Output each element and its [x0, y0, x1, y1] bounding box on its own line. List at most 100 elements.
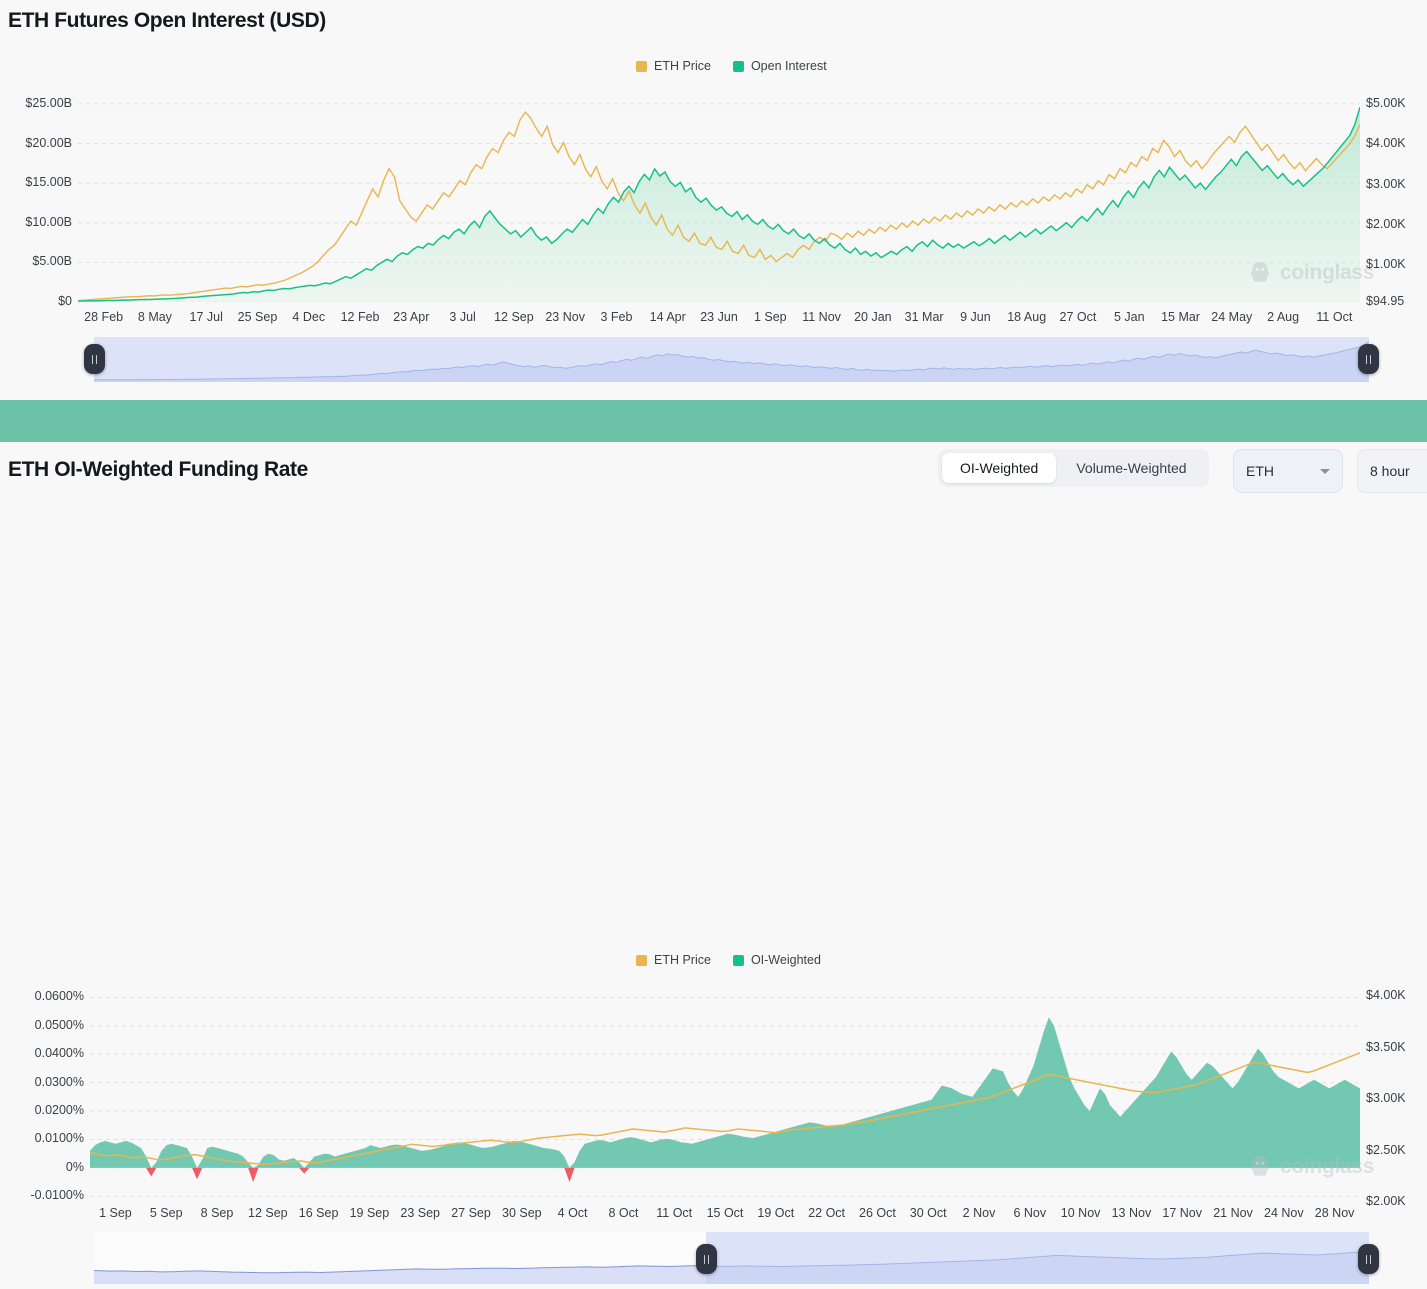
axis-tick-label: 16 Sep: [299, 1206, 339, 1220]
axis-tick-label: 2 Aug: [1267, 310, 1299, 324]
brush-track[interactable]: [94, 337, 1369, 382]
axis-tick-label: $2.50K: [1366, 1143, 1406, 1157]
brush-handle-right[interactable]: [1358, 1244, 1379, 1274]
legend-label: Open Interest: [751, 59, 827, 73]
legend-item-oi-weighted[interactable]: OI-Weighted: [733, 953, 821, 967]
tab-volume-weighted[interactable]: Volume-Weighted: [1058, 453, 1204, 483]
axis-tick-label: 2 Nov: [963, 1206, 996, 1220]
axis-tick-label: 5 Jan: [1114, 310, 1145, 324]
axis-tick-label: 1 Sep: [99, 1206, 132, 1220]
funding-rate-title: ETH OI-Weighted Funding Rate: [8, 458, 308, 482]
brush-selection[interactable]: [706, 1232, 1369, 1284]
axis-tick-label: $1.00K: [1366, 257, 1406, 271]
axis-tick-label: 12 Sep: [494, 310, 534, 324]
axis-tick-label: 10 Nov: [1061, 1206, 1101, 1220]
brush-track[interactable]: [94, 1232, 1369, 1284]
axis-tick-label: 25 Sep: [238, 310, 278, 324]
axis-tick-label: 4 Dec: [292, 310, 325, 324]
axis-tick-label: 15 Mar: [1161, 310, 1200, 324]
axis-tick-label: $3.00K: [1366, 177, 1406, 191]
axis-tick-label: 14 Apr: [650, 310, 686, 324]
axis-tick-label: 30 Sep: [502, 1206, 542, 1220]
legend-swatch-icon: [733, 955, 744, 966]
axis-tick-label: 27 Oct: [1060, 310, 1097, 324]
axis-tick-label: 12 Sep: [248, 1206, 288, 1220]
funding-chart-legend: ETH Price OI-Weighted: [636, 953, 821, 967]
page-title: ETH Futures Open Interest (USD): [8, 9, 326, 33]
chevron-down-icon: [1320, 469, 1330, 474]
axis-tick-label: 30 Oct: [910, 1206, 947, 1220]
axis-tick-label: 6 Nov: [1013, 1206, 1046, 1220]
axis-tick-label: 4 Oct: [558, 1206, 588, 1220]
legend-item-eth-price[interactable]: ETH Price: [636, 59, 711, 73]
tab-oi-weighted[interactable]: OI-Weighted: [942, 453, 1056, 483]
axis-tick-label: 11 Oct: [656, 1206, 692, 1220]
axis-tick-label: 13 Nov: [1112, 1206, 1152, 1220]
axis-tick-label: 0%: [66, 1160, 84, 1174]
axis-tick-label: 18 Aug: [1007, 310, 1046, 324]
axis-tick-label: 28 Feb: [84, 310, 123, 324]
axis-tick-label: $94.95: [1366, 294, 1404, 308]
axis-tick-label: 21 Nov: [1213, 1206, 1253, 1220]
axis-tick-label: 19 Sep: [350, 1206, 390, 1220]
axis-tick-label: 8 May: [138, 310, 172, 324]
axis-tick-label: 12 Feb: [341, 310, 380, 324]
axis-tick-label: $5.00B: [32, 254, 72, 268]
legend-item-open-interest[interactable]: Open Interest: [733, 59, 827, 73]
brush-handle-right[interactable]: [1358, 344, 1379, 374]
legend-swatch-icon: [636, 955, 647, 966]
axis-tick-label: 23 Jun: [700, 310, 738, 324]
axis-tick-label: 0.0400%: [35, 1046, 84, 1060]
axis-tick-label: 23 Sep: [400, 1206, 440, 1220]
axis-tick-label: 26 Oct: [859, 1206, 896, 1220]
axis-tick-label: 8 Oct: [608, 1206, 638, 1220]
legend-swatch-icon: [636, 61, 647, 72]
funding-rate-plot-area[interactable]: [90, 986, 1360, 1202]
axis-tick-label: $0: [58, 294, 72, 308]
axis-tick-label: $4.00K: [1366, 988, 1406, 1002]
axis-tick-label: 23 Nov: [545, 310, 585, 324]
open-interest-chart-svg: [78, 92, 1360, 302]
asset-select[interactable]: ETH: [1233, 449, 1343, 493]
axis-tick-label: 3 Jul: [449, 310, 475, 324]
open-interest-plot-area[interactable]: [78, 92, 1360, 302]
axis-tick-label: 23 Apr: [393, 310, 429, 324]
legend-label: ETH Price: [654, 59, 711, 73]
axis-tick-label: $2.00K: [1366, 1194, 1406, 1208]
axis-tick-label: 5 Sep: [150, 1206, 183, 1220]
legend-label: OI-Weighted: [751, 953, 821, 967]
weighting-segmented-control[interactable]: OI-Weighted Volume-Weighted: [938, 449, 1209, 487]
axis-tick-label: 24 May: [1211, 310, 1252, 324]
legend-label: ETH Price: [654, 953, 711, 967]
axis-tick-label: 11 Nov: [802, 310, 841, 324]
open-interest-range-brush[interactable]: [94, 337, 1369, 382]
axis-tick-label: 0.0500%: [35, 1018, 84, 1032]
axis-tick-label: 19 Oct: [757, 1206, 794, 1220]
axis-tick-label: 20 Jan: [854, 310, 892, 324]
funding-rate-range-brush[interactable]: [94, 1232, 1369, 1284]
funding-rate-panel: ETH OI-Weighted Funding Rate OI-Weighted…: [0, 442, 1427, 856]
axis-tick-label: 9 Jun: [960, 310, 991, 324]
axis-tick-label: -0.0100%: [30, 1188, 84, 1202]
axis-tick-label: $10.00B: [25, 215, 72, 229]
asset-select-value: ETH: [1246, 463, 1274, 479]
axis-tick-label: $3.50K: [1366, 1040, 1406, 1054]
interval-value: 8 hour: [1370, 463, 1410, 479]
brush-handle-left[interactable]: [84, 344, 105, 374]
open-interest-panel: ETH Futures Open Interest (USD) ETH Pric…: [0, 0, 1427, 400]
axis-tick-label: 3 Feb: [600, 310, 632, 324]
axis-tick-label: 24 Nov: [1264, 1206, 1304, 1220]
axis-tick-label: $15.00B: [25, 175, 72, 189]
legend-item-eth-price[interactable]: ETH Price: [636, 953, 711, 967]
axis-tick-label: 0.0300%: [35, 1075, 84, 1089]
axis-tick-label: $20.00B: [25, 136, 72, 150]
axis-tick-label: 27 Sep: [451, 1206, 491, 1220]
axis-tick-label: $5.00K: [1366, 96, 1406, 110]
brush-handle-left[interactable]: [696, 1244, 717, 1274]
funding-rate-chart-svg: [90, 986, 1360, 1202]
brush-selection[interactable]: [94, 337, 1369, 382]
axis-tick-label: 8 Sep: [201, 1206, 234, 1220]
interval-stepper[interactable]: 8 hour: [1357, 449, 1427, 493]
axis-tick-label: 0.0200%: [35, 1103, 84, 1117]
axis-tick-label: 0.0100%: [35, 1131, 84, 1145]
